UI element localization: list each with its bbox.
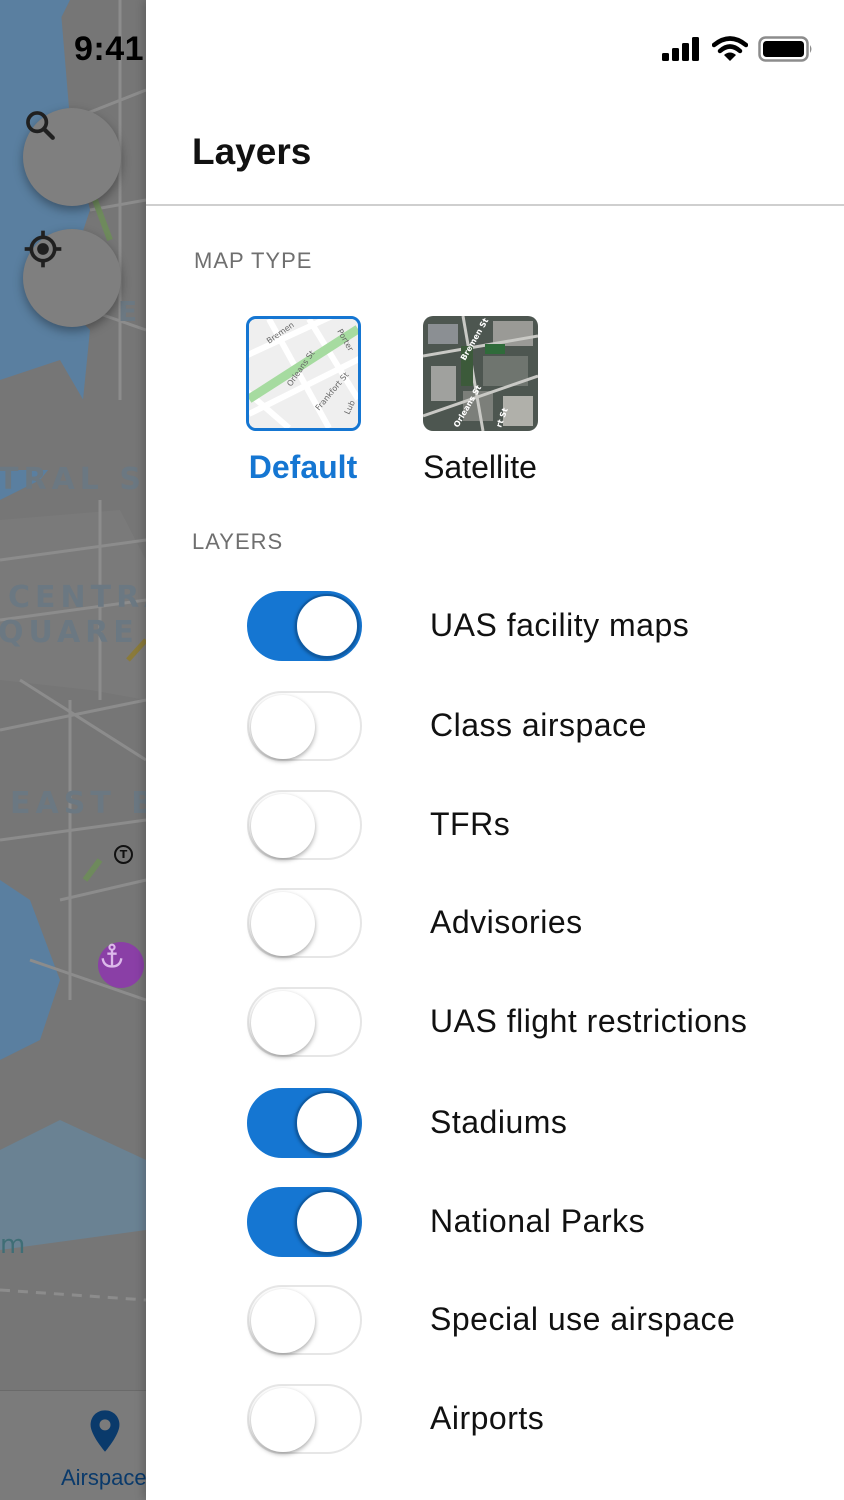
- layer-toggle-uas-facility-maps[interactable]: [247, 591, 362, 661]
- layer-label: Airports: [430, 1400, 545, 1436]
- my-location-button[interactable]: [23, 229, 121, 327]
- toggle-knob: [295, 1091, 359, 1155]
- layer-label: UAS facility maps: [430, 607, 690, 643]
- layer-label: TFRs: [430, 806, 511, 842]
- map-label: TRAL S: [0, 462, 146, 497]
- map-type-section-label: MAP TYPE: [194, 248, 313, 273]
- map-type-default-label: Default: [248, 449, 358, 485]
- search-button[interactable]: [23, 108, 121, 206]
- map-type-default-option[interactable]: Bremen Porter Orleans St Frankfort St Lu…: [233, 316, 373, 486]
- layer-row-national-parks: National Parks: [146, 1187, 844, 1257]
- layer-row-tfrs: TFRs: [146, 790, 844, 860]
- cellular-signal-icon: [662, 37, 699, 61]
- crosshair-icon: [24, 230, 62, 268]
- toggle-knob: [251, 1388, 315, 1452]
- layer-label: Special use airspace: [430, 1301, 736, 1337]
- map-label: EAST B: [10, 786, 160, 821]
- toggle-knob: [251, 1289, 315, 1353]
- anchor-glyph-icon: [101, 943, 123, 968]
- toggle-knob: [251, 991, 315, 1055]
- layer-toggle-national-parks[interactable]: [247, 1187, 362, 1257]
- toggle-knob: [251, 695, 315, 759]
- satellite-map-thumbnail: Bremen St Orleans St rt St: [422, 316, 538, 431]
- nav-item-airspace-label[interactable]: Airspace: [61, 1465, 147, 1491]
- status-time: 9:41: [74, 30, 145, 68]
- layers-drawer: Layers MAP TYPE Bremen Porter Orleans St: [146, 0, 844, 1500]
- layer-row-class-airspace: Class airspace: [146, 691, 844, 761]
- toggle-knob: [295, 1190, 359, 1254]
- transit-station-icon[interactable]: T: [114, 845, 133, 864]
- toggle-knob: [251, 794, 315, 858]
- toggle-knob: [295, 594, 359, 658]
- layer-row-uas-facility-maps: UAS facility maps: [146, 591, 844, 661]
- layer-label: National Parks: [430, 1203, 646, 1239]
- header-divider: [146, 204, 844, 206]
- wifi-icon: [712, 36, 748, 61]
- default-map-thumbnail: Bremen Porter Orleans St Frankfort St Lu…: [245, 316, 361, 431]
- layer-toggle-tfrs[interactable]: [247, 790, 362, 860]
- layer-row-stadiums: Stadiums: [146, 1088, 844, 1158]
- map-type-satellite-label: Satellite: [423, 449, 537, 485]
- search-icon: [26, 111, 55, 140]
- map-label: E: [118, 295, 143, 328]
- drawer-title: Layers: [192, 131, 312, 172]
- layer-row-uas-flight-restrictions: UAS flight restrictions: [146, 987, 844, 1057]
- status-icons: [662, 36, 814, 62]
- map-label: QUARE /: [0, 615, 171, 650]
- layer-row-advisories: Advisories: [146, 888, 844, 958]
- layer-row-special-use-airspace: Special use airspace: [146, 1285, 844, 1355]
- layer-label: Stadiums: [430, 1104, 568, 1140]
- layer-toggle-advisories[interactable]: [247, 888, 362, 958]
- toggle-knob: [251, 892, 315, 956]
- battery-icon: [758, 36, 812, 62]
- layer-label: Class airspace: [430, 707, 647, 743]
- layers-section-label: LAYERS: [192, 529, 284, 554]
- layer-toggle-stadiums[interactable]: [247, 1088, 362, 1158]
- anchor-icon[interactable]: [98, 942, 144, 988]
- map-label: m: [0, 1230, 26, 1260]
- layer-toggle-special-use-airspace[interactable]: [247, 1285, 362, 1355]
- layer-row-airports: Airports: [146, 1384, 844, 1454]
- map-type-satellite-option[interactable]: Bremen St Orleans St rt St Satellite: [410, 316, 550, 486]
- layer-toggle-class-airspace[interactable]: [247, 691, 362, 761]
- location-pin-icon: [90, 1410, 120, 1452]
- layer-label: Advisories: [430, 904, 583, 940]
- layer-label: UAS flight restrictions: [430, 1003, 748, 1039]
- layer-toggle-uas-flight-restrictions[interactable]: [247, 987, 362, 1057]
- layer-toggle-airports[interactable]: [247, 1384, 362, 1454]
